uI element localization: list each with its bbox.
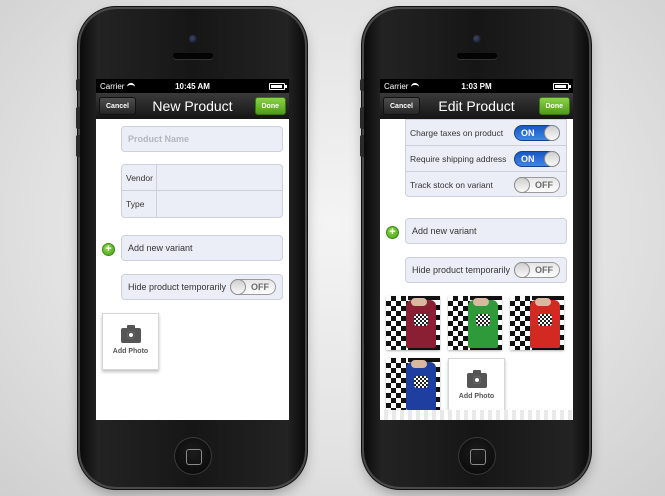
volume-up-button bbox=[76, 107, 80, 129]
shirt-photo-icon bbox=[406, 300, 436, 348]
shirt-photo-icon bbox=[468, 300, 498, 348]
mute-switch bbox=[360, 79, 364, 91]
home-button bbox=[457, 437, 496, 475]
done-button[interactable]: Done bbox=[254, 97, 286, 115]
cancel-button[interactable]: Cancel bbox=[383, 97, 420, 115]
navigation-bar: Cancel New Product Done bbox=[96, 93, 289, 119]
phone-edit-product: Carrier 1:03 PM Cancel Edit Product Done… bbox=[360, 9, 589, 487]
earpiece-speaker bbox=[172, 53, 213, 59]
content-bottom-edge bbox=[380, 410, 573, 420]
screen: Carrier 10:45 AM Cancel New Product Done… bbox=[96, 79, 289, 420]
add-photo-label: Add Photo bbox=[458, 393, 495, 400]
product-photo-1[interactable] bbox=[386, 296, 440, 350]
add-variant-plus-icon[interactable]: + bbox=[102, 243, 115, 256]
page-title: New Product bbox=[152, 98, 233, 114]
track-stock-row: Track stock on variant OFF bbox=[406, 172, 566, 198]
volume-down-button bbox=[360, 135, 364, 157]
settings-group: Charge taxes on product ON Require shipp… bbox=[405, 119, 567, 197]
product-name-input[interactable]: Product Name bbox=[121, 126, 283, 152]
hide-product-toggle[interactable]: OFF bbox=[514, 262, 560, 278]
shirt-photo-icon bbox=[406, 362, 436, 410]
form-content: Charge taxes on product ON Require shipp… bbox=[380, 119, 573, 420]
add-variant-plus-icon[interactable]: + bbox=[386, 226, 399, 239]
mute-switch bbox=[76, 79, 80, 91]
status-time: 10:45 AM bbox=[175, 81, 210, 91]
hide-product-row: Hide product temporarily OFF bbox=[121, 274, 283, 300]
navigation-bar: Cancel Edit Product Done bbox=[380, 93, 573, 119]
front-camera bbox=[188, 35, 197, 43]
require-shipping-toggle[interactable]: ON bbox=[514, 150, 560, 167]
battery-icon bbox=[269, 83, 287, 90]
add-photo-button[interactable]: Add Photo bbox=[448, 358, 505, 415]
product-photo-4[interactable] bbox=[386, 358, 440, 412]
page-title: Edit Product bbox=[438, 98, 515, 114]
toggle-state: OFF bbox=[251, 282, 269, 292]
done-button[interactable]: Done bbox=[538, 97, 570, 115]
hide-product-toggle[interactable]: OFF bbox=[230, 279, 276, 295]
phone-new-product: Carrier 10:45 AM Cancel New Product Done… bbox=[76, 9, 305, 487]
hide-product-label: Hide product temporarily bbox=[128, 282, 227, 292]
toggle-state: OFF bbox=[535, 265, 553, 275]
require-shipping-row: Require shipping address ON bbox=[406, 146, 566, 172]
charge-taxes-toggle[interactable]: ON bbox=[514, 124, 560, 141]
toggle-state: OFF bbox=[535, 180, 553, 190]
volume-up-button bbox=[360, 107, 364, 129]
charge-taxes-row: Charge taxes on product ON bbox=[406, 120, 566, 146]
add-variant-button[interactable]: Add new variant bbox=[121, 235, 283, 261]
vendor-row[interactable]: Vendor bbox=[122, 165, 282, 191]
hide-product-row: Hide product temporarily OFF bbox=[405, 257, 567, 283]
form-content: Product Name Vendor Type + Add new varia… bbox=[96, 119, 289, 420]
add-variant-button[interactable]: Add new variant bbox=[405, 218, 567, 244]
earpiece-speaker bbox=[456, 53, 497, 59]
home-button bbox=[173, 437, 212, 475]
cancel-button[interactable]: Cancel bbox=[99, 97, 136, 115]
add-photo-label: Add Photo bbox=[112, 348, 149, 355]
charge-taxes-label: Charge taxes on product bbox=[410, 127, 504, 138]
screen: Carrier 1:03 PM Cancel Edit Product Done… bbox=[380, 79, 573, 420]
hide-product-label: Hide product temporarily bbox=[412, 265, 511, 275]
require-shipping-label: Require shipping address bbox=[410, 153, 507, 164]
status-bar: Carrier 10:45 AM bbox=[96, 79, 289, 93]
product-photo-2[interactable] bbox=[448, 296, 502, 350]
volume-down-button bbox=[76, 135, 80, 157]
product-photo-3[interactable] bbox=[510, 296, 564, 350]
type-row[interactable]: Type bbox=[122, 191, 282, 217]
front-camera bbox=[472, 35, 481, 43]
type-label: Type bbox=[126, 199, 145, 209]
add-photo-button[interactable]: Add Photo bbox=[102, 313, 159, 370]
status-bar: Carrier 1:03 PM bbox=[380, 79, 573, 93]
track-stock-toggle[interactable]: OFF bbox=[514, 177, 560, 193]
toggle-state: ON bbox=[521, 153, 535, 164]
toggle-state: ON bbox=[521, 127, 535, 138]
vendor-label: Vendor bbox=[126, 172, 153, 183]
camera-icon bbox=[466, 370, 487, 388]
camera-icon bbox=[120, 325, 141, 343]
shirt-photo-icon bbox=[530, 300, 560, 348]
status-time: 1:03 PM bbox=[461, 81, 492, 91]
track-stock-label: Track stock on variant bbox=[410, 180, 493, 190]
battery-icon bbox=[553, 83, 571, 90]
vendor-type-group: Vendor Type bbox=[121, 164, 283, 218]
